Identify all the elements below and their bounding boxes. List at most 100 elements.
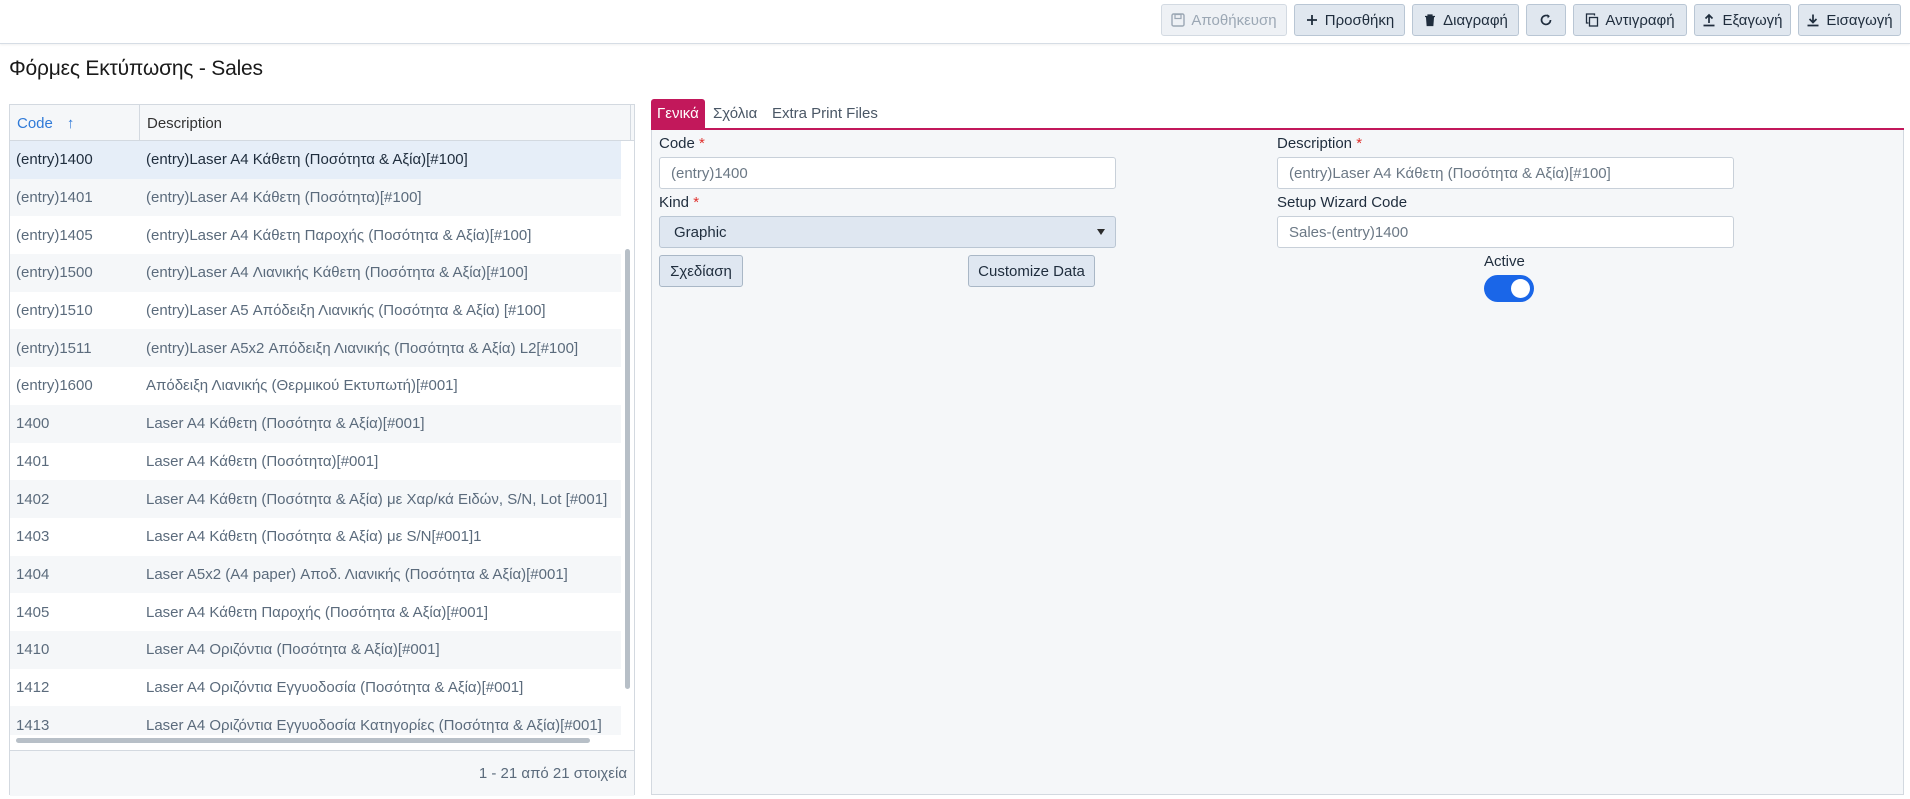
grid-body: (entry)1400 (entry)Laser A4 Κάθετη (Ποσότ… (10, 141, 621, 735)
description-label: Description * (1277, 135, 1363, 152)
print-forms-grid: Code ↑ Description (entry)1400 (entry)Las… (9, 104, 635, 796)
design-button[interactable]: Σχεδίαση (659, 255, 743, 287)
cell-code: 1403 (16, 528, 50, 546)
delete-button[interactable]: Διαγραφή (1412, 4, 1519, 36)
setup-wizard-label: Setup Wizard Code (1277, 194, 1408, 211)
table-row[interactable]: 1412 Laser A4 Οριζόντια Εγγυοδοσία (Ποσότ… (10, 669, 621, 707)
column-header-description[interactable]: Description (140, 105, 631, 141)
column-header-code[interactable]: Code ↑ (10, 105, 140, 141)
cell-description: (entry)Laser A4 Κάθετη Παροχής (Ποσότητα… (146, 226, 532, 244)
cell-code: 1413 (16, 716, 50, 734)
table-row[interactable]: (entry)1400 (entry)Laser A4 Κάθετη (Ποσότ… (10, 141, 621, 179)
plus-icon (1306, 15, 1317, 25)
kind-label: Kind * (659, 194, 700, 211)
copy-label: Αντιγραφή (1605, 11, 1675, 29)
copy-button[interactable]: Αντιγραφή (1573, 4, 1687, 36)
cell-code: 1401 (16, 452, 50, 470)
upload-icon (1703, 13, 1715, 27)
table-row[interactable]: 1403 Laser A4 Κάθετη (Ποσότητα & Αξία) με… (10, 518, 621, 556)
save-label: Αποθήκευση (1191, 11, 1277, 29)
table-row[interactable]: 1413 Laser A4 Οριζόντια Εγγυοδοσία Κατηγο… (10, 706, 621, 735)
cell-description: (entry)Laser A4 Κάθετη (Ποσότητα & Αξία)… (146, 151, 468, 169)
table-row[interactable]: (entry)1600 Απόδειξη Λιανικής (Θερμικού Ε… (10, 367, 621, 405)
table-row[interactable]: (entry)1401 (entry)Laser A4 Κάθετη (Ποσότ… (10, 178, 621, 217)
kind-value: Graphic (674, 223, 727, 241)
cell-code: 1402 (16, 490, 50, 508)
cell-description: Laser A4 Κάθετη Παροχής (Ποσότητα & Αξία… (146, 603, 489, 621)
table-row[interactable]: 1402 Laser A4 Κάθετη (Ποσότητα & Αξία) με… (10, 480, 621, 518)
cell-description: Laser A4 Κάθετη (Ποσότητα & Αξία) με Χαρ… (146, 490, 608, 508)
table-row[interactable]: (entry)1500 (entry)Laser A4 Λιανικής Κάθε… (10, 254, 621, 292)
add-label: Προσθήκη (1324, 11, 1395, 29)
add-button[interactable]: Προσθήκη (1294, 4, 1405, 36)
cell-code: 1400 (16, 415, 50, 433)
code-field[interactable]: (entry)1400 (659, 157, 1116, 189)
cell-code: 1405 (16, 603, 50, 621)
import-button[interactable]: Εισαγωγή (1798, 4, 1901, 36)
table-row[interactable]: (entry)1405 (entry)Laser A4 Κάθετη Παροχή… (10, 216, 621, 254)
refresh-button[interactable] (1526, 4, 1566, 36)
save-button[interactable]: Αποθήκευση (1161, 4, 1287, 36)
cell-code: 1412 (16, 678, 50, 696)
import-label: Εισαγωγή (1826, 11, 1893, 29)
table-row[interactable]: 1401 Laser A4 Κάθετη (Ποσότητα)[#001] (10, 443, 621, 481)
cell-description: Laser A4 Κάθετη (Ποσότητα & Αξία)[#001] (146, 415, 425, 433)
cell-code: (entry)1500 (16, 264, 93, 282)
column-description-label: Description (147, 114, 223, 132)
top-toolbar: Αποθήκευση Προσθήκη Διαγραφή Αντιγραφή Ε… (0, 0, 1910, 44)
cell-code: (entry)1600 (16, 377, 93, 395)
tab-extra-print-files[interactable]: Extra Print Files (766, 99, 884, 128)
save-icon (1171, 13, 1186, 27)
column-code-label: Code (17, 114, 53, 132)
code-label: Code * (659, 135, 705, 152)
vertical-scrollbar[interactable] (625, 249, 630, 689)
active-toggle[interactable] (1484, 275, 1534, 302)
general-form: Code * (entry)1400 Description * (entry)… (651, 130, 1904, 795)
customize-data-button[interactable]: Customize Data (968, 255, 1095, 287)
description-field[interactable]: (entry)Laser A4 Κάθετη (Ποσότητα & Αξία)… (1277, 157, 1734, 189)
caret-down-icon (1097, 229, 1105, 235)
cell-description: (entry)Laser A4 Κάθετη (Ποσότητα)[#100] (146, 189, 422, 207)
cell-description: Laser A5x2 (A4 paper) Αποδ. Λιανικής (Πο… (146, 565, 568, 583)
cell-code: 1410 (16, 641, 50, 659)
delete-label: Διαγραφή (1443, 11, 1508, 29)
export-label: Εξαγωγή (1722, 11, 1783, 29)
cell-code: (entry)1511 (16, 339, 92, 357)
setup-wizard-field[interactable]: Sales-(entry)1400 (1277, 216, 1734, 248)
horizontal-scrollbar[interactable] (16, 738, 590, 743)
refresh-icon (1540, 14, 1552, 26)
cell-description: Laser A4 Κάθετη (Ποσότητα & Αξία) με S/N… (146, 528, 482, 546)
cell-code: (entry)1400 (16, 151, 93, 169)
table-row[interactable]: 1400 Laser A4 Κάθετη (Ποσότητα & Αξία)[#0… (10, 404, 621, 443)
kind-select[interactable]: Graphic (659, 216, 1116, 248)
page-title: Φόρμες Εκτύπωσης - Sales (9, 57, 263, 80)
details-panel: Γενικά Σχόλια Extra Print Files Code * (… (651, 97, 1904, 795)
table-row[interactable]: (entry)1510 (entry)Laser A5 Απόδειξη Λιαν… (10, 292, 621, 330)
cell-code: (entry)1510 (16, 302, 93, 320)
cell-description: Απόδειξη Λιανικής (Θερμικού Εκτυπωτή)[#0… (146, 377, 458, 395)
table-row[interactable]: 1410 Laser A4 Οριζόντια (Ποσότητα & Αξία)… (10, 630, 621, 669)
grid-pager: 1 - 21 από 21 στοιχεία (10, 750, 634, 796)
cell-description: (entry)Laser A4 Λιανικής Κάθετη (Ποσότητ… (146, 264, 528, 282)
cell-description: (entry)Laser A5 Απόδειξη Λιανικής (Ποσότ… (146, 302, 546, 320)
cell-code: (entry)1405 (16, 226, 93, 244)
copy-icon (1586, 13, 1599, 27)
cell-code: 1404 (16, 565, 50, 583)
table-row[interactable]: 1405 Laser A4 Κάθετη Παροχής (Ποσότητα & … (10, 593, 621, 631)
cell-description: Laser A4 Οριζόντια Εγγυοδοσία Κατηγορίες… (146, 716, 602, 734)
active-label: Active (1484, 253, 1525, 270)
table-row[interactable]: (entry)1511 (entry)Laser A5x2 Απόδειξη Λι… (10, 329, 621, 368)
cell-description: Laser A4 Κάθετη (Ποσότητα)[#001] (146, 452, 379, 470)
grid-header: Code ↑ Description (10, 105, 634, 141)
tab-comments[interactable]: Σχόλια (707, 99, 763, 128)
pager-info: 1 - 21 από 21 στοιχεία (478, 765, 627, 782)
table-row[interactable]: 1404 Laser A5x2 (A4 paper) Αποδ. Λιανικής… (10, 555, 621, 594)
export-button[interactable]: Εξαγωγή (1694, 4, 1791, 36)
cell-code: (entry)1401 (16, 189, 93, 207)
toggle-knob (1511, 279, 1530, 298)
details-tabs: Γενικά Σχόλια Extra Print Files (651, 97, 1904, 130)
tab-general[interactable]: Γενικά (651, 99, 705, 128)
sort-ascending-icon: ↑ (66, 114, 75, 132)
trash-icon (1425, 14, 1436, 27)
download-icon (1807, 14, 1819, 27)
